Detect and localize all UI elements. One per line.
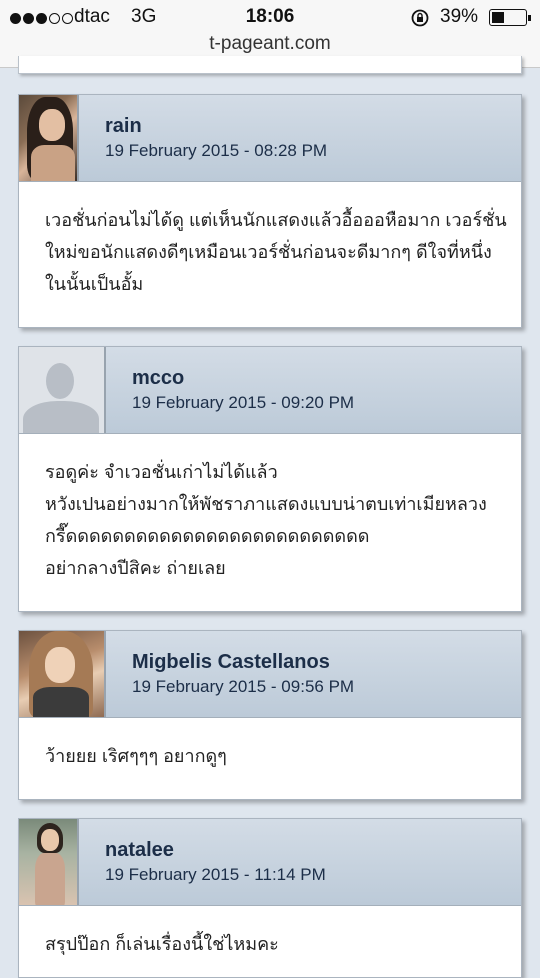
avatar[interactable] — [19, 95, 79, 181]
post-text-line: หวังเปนอย่างมากให้พัชราภาแสดงแบบน่าตบเท่… — [45, 494, 487, 514]
post-author[interactable]: rain — [105, 115, 142, 138]
forum-post: natalee 19 February 2015 - 11:14 PM สรุป… — [18, 818, 522, 978]
post-text-line: อย่ากลางปีสิคะ ถ่ายเลย — [45, 558, 226, 578]
avatar[interactable] — [19, 631, 106, 717]
post-content: ว้ายยย เริศๆๆๆ อยากดูๆ — [19, 718, 521, 790]
battery-icon — [489, 9, 527, 26]
post-text-line: กรี๊ดดดดดดดดดดดดดดดดดดดดดดดดดด — [45, 526, 370, 546]
post-content: สรุปป๊อก ก็เล่นเรื่องนี้ใช่ไหมคะ — [19, 906, 521, 978]
post-text-line: ใหม่ขอนักแสดงดีๆเหมือนเวอร์ชั่นก่อนจะดีม… — [45, 242, 492, 262]
forum-post: rain 19 February 2015 - 08:28 PM เวอชั่น… — [18, 94, 522, 328]
post-author[interactable]: mcco — [132, 367, 184, 390]
post-header: mcco 19 February 2015 - 09:20 PM — [19, 347, 521, 434]
post-content: รอดูค่ะ จำเวอชั่นเก่าไม่ได้แล้ว หวังเปนอ… — [19, 434, 521, 602]
post-text-line: ในนั้นเป็นอั้ม — [45, 274, 144, 294]
post-text-line: รอดูค่ะ จำเวอชั่นเก่าไม่ได้แล้ว — [45, 462, 278, 482]
battery-percent: 39% — [440, 6, 479, 27]
default-avatar-icon[interactable] — [19, 347, 106, 433]
post-date: 19 February 2015 - 09:20 PM — [132, 393, 355, 412]
post-text-line: ว้ายยย เริศๆๆๆ อยากดูๆ — [45, 746, 227, 766]
post-content: เวอชั่นก่อนไม่ได้ดู แต่เห็นนักแสดงแล้วอื… — [19, 182, 521, 318]
post-date: 19 February 2015 - 11:14 PM — [105, 865, 326, 884]
forum-post: mcco 19 February 2015 - 09:20 PM รอดูค่ะ… — [18, 346, 522, 612]
post-text-line: สรุปป๊อก ก็เล่นเรื่องนี้ใช่ไหมคะ — [45, 934, 279, 954]
post-date: 19 February 2015 - 08:28 PM — [105, 141, 328, 160]
rotation-lock-icon — [410, 8, 430, 34]
post-author[interactable]: natalee — [105, 839, 174, 862]
post-text-line: เวอชั่นก่อนไม่ได้ดู แต่เห็นนักแสดงแล้วอื… — [45, 210, 507, 230]
post-header: rain 19 February 2015 - 08:28 PM — [19, 95, 521, 182]
post-header: Migbelis Castellanos 19 February 2015 - … — [19, 631, 521, 718]
forum-post: Migbelis Castellanos 19 February 2015 - … — [18, 630, 522, 800]
post-header: natalee 19 February 2015 - 11:14 PM — [19, 819, 521, 906]
address-bar-url[interactable]: t-pageant.com — [0, 33, 540, 55]
post-date: 19 February 2015 - 09:56 PM — [132, 677, 355, 696]
post-author[interactable]: Migbelis Castellanos — [132, 651, 330, 674]
avatar[interactable] — [19, 819, 79, 905]
previous-post-bottom — [18, 56, 522, 74]
